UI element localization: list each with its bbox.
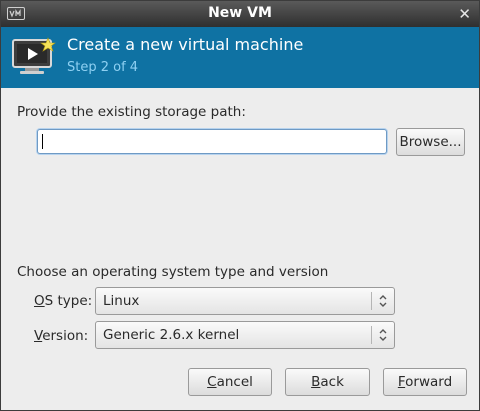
updown-arrow-icon [379, 295, 387, 307]
cancel-button[interactable]: Cancel [188, 368, 272, 396]
back-button[interactable]: Back [285, 368, 370, 396]
wizard-step: Step 2 of 4 [67, 60, 139, 75]
os-section-label: Choose an operating system type and vers… [17, 264, 329, 280]
title-bar: New VM ✕ [1, 1, 479, 27]
close-icon[interactable]: ✕ [458, 5, 471, 23]
window-title: New VM [208, 5, 272, 21]
os-type-label: OS type: [34, 293, 93, 309]
os-version-value: Generic 2.6.x kernel [103, 327, 240, 343]
wizard-title: Create a new virtual machine [67, 35, 304, 54]
new-vm-dialog: New VM ✕ Create a new virtual machine St… [0, 0, 480, 411]
os-type-combo[interactable]: Linux [95, 287, 395, 315]
browse-button[interactable]: Browse... [396, 128, 465, 156]
virtual-machine-icon [12, 37, 56, 74]
os-version-combo[interactable]: Generic 2.6.x kernel [95, 321, 395, 349]
storage-path-input[interactable] [37, 129, 387, 154]
os-version-label: Version: [34, 328, 89, 344]
forward-button[interactable]: Forward [383, 368, 467, 396]
storage-path-prompt: Provide the existing storage path: [17, 104, 246, 120]
updown-arrow-icon [379, 329, 387, 341]
combo-separator [371, 292, 372, 310]
combo-separator [371, 326, 372, 344]
wizard-header: Create a new virtual machine Step 2 of 4 [1, 27, 479, 88]
os-type-value: Linux [103, 293, 140, 309]
text-caret [42, 134, 43, 149]
